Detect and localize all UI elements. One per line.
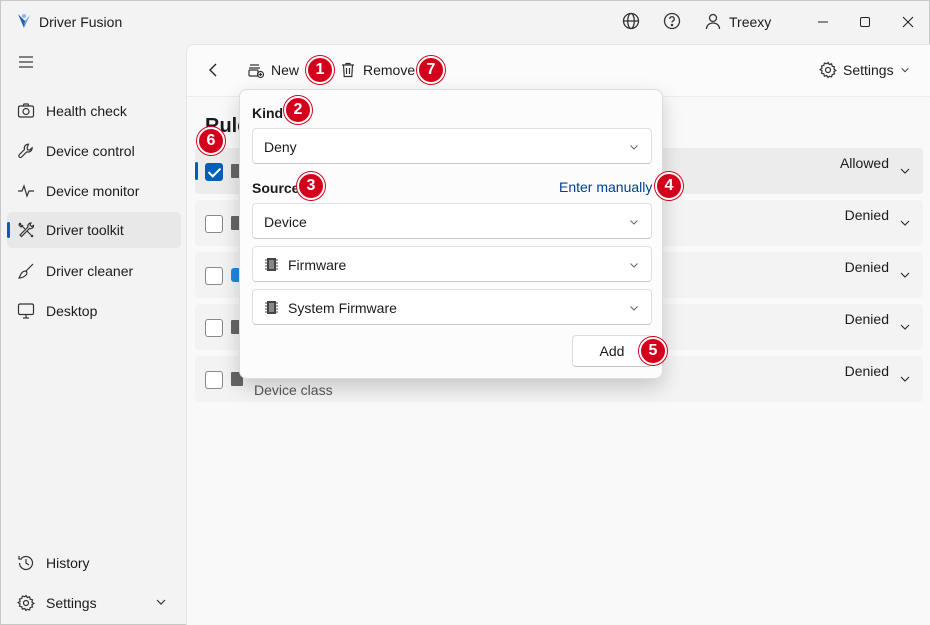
source-dropdown[interactable]: Device [252,203,652,239]
callout-badge-1: 1 [306,56,334,84]
kind-value: Deny [264,139,297,155]
sidebar-item-label: Driver cleaner [46,263,134,279]
remove-button[interactable]: Remove [339,61,415,79]
chevron-down-icon[interactable] [899,373,911,385]
sidebar-item-label: Driver toolkit [46,222,124,238]
source-label: Source [252,180,300,196]
chevron-down-icon [630,145,638,150]
callout-badge-2: 2 [284,96,312,124]
sidebar-item-health-check[interactable]: Health check [7,93,181,129]
app-title: Driver Fusion [39,14,123,30]
enter-manually-link[interactable]: Enter manually [559,179,652,195]
chevron-down-icon[interactable] [899,269,911,281]
chevron-down-icon [900,67,909,73]
maximize-icon[interactable] [850,9,880,35]
sidebar-item-label: Desktop [46,303,98,319]
device-name-value: System Firmware [288,300,397,316]
sidebar-item-label: Settings [46,595,97,611]
kind-dropdown[interactable]: Deny [252,128,652,164]
chevron-left-icon [209,63,217,77]
device-type-value: Firmware [288,257,347,273]
row-checkbox[interactable] [205,371,223,389]
new-button[interactable]: New [247,61,299,79]
callout-badge-5: 5 [639,337,667,365]
sidebar-item-label: Device monitor [46,183,140,199]
camera-icon [17,103,35,118]
chevron-down-icon [630,263,638,268]
sidebar-item-label: Device control [46,143,135,159]
user-name[interactable]: Treexy [729,14,771,30]
chevron-down-icon [630,306,638,311]
tools-icon [18,222,35,238]
chevron-down-icon[interactable] [899,165,911,177]
wrench-icon [18,143,33,159]
sidebar-item-label: Health check [46,103,127,119]
row-checkbox[interactable] [205,215,223,233]
source-value: Device [264,214,307,230]
settings-button[interactable]: Settings [819,61,910,79]
callout-badge-3: 3 [297,172,325,200]
globe-icon[interactable] [621,11,641,31]
rule-status: Allowed [839,155,889,171]
callout-badge-7: 7 [417,56,445,84]
chevron-down-icon[interactable] [899,321,911,333]
rule-status: Denied [844,311,889,327]
rule-type: Device class [254,382,333,398]
new-rule-icon [248,64,265,79]
pulse-icon [18,184,34,198]
history-icon [18,555,34,571]
new-button-label: New [271,62,300,78]
sidebar-item-settings[interactable]: Settings [7,585,181,621]
rule-status: Denied [844,207,889,223]
monitor-icon [17,303,35,319]
rule-status: Denied [844,363,889,379]
broom-icon [18,263,34,279]
trash-icon [342,62,354,78]
user-icon[interactable] [703,11,723,31]
row-checkbox[interactable] [205,319,223,337]
callout-badge-6: 6 [197,127,225,155]
remove-button-label: Remove [363,62,416,78]
new-rule-flyout: Kind Deny Source Enter manually Device F… [239,89,663,379]
close-icon[interactable] [893,9,923,35]
gear-icon [17,594,35,612]
firmware-chip-icon [265,301,278,314]
help-icon[interactable] [662,11,682,31]
sidebar-item-label: History [46,555,90,571]
sidebar-item-device-monitor[interactable]: Device monitor [7,173,181,209]
sidebar-item-driver-toolkit[interactable]: Driver toolkit [7,212,181,248]
rule-status: Denied [844,259,889,275]
row-checkbox[interactable] [205,267,223,285]
chevron-down-icon [630,220,638,225]
gear-icon [819,61,837,79]
device-type-dropdown[interactable]: Firmware [252,246,652,282]
title-bar: Driver Fusion Treexy [1,1,929,43]
sidebar-item-device-control[interactable]: Device control [7,133,181,169]
menu-icon[interactable] [17,53,37,71]
kind-label: Kind [252,105,284,121]
back-button[interactable] [205,61,223,79]
settings-button-label: Settings [843,62,894,78]
sidebar-item-desktop[interactable]: Desktop [7,293,181,329]
firmware-chip-icon [265,258,278,271]
chevron-down-icon [156,599,166,605]
chevron-down-icon[interactable] [899,217,911,229]
sidebar-item-driver-cleaner[interactable]: Driver cleaner [7,253,181,289]
app-window: Driver Fusion Treexy Health check Device… [0,0,930,625]
row-checkbox[interactable] [205,163,223,181]
device-name-dropdown[interactable]: System Firmware [252,289,652,325]
sidebar-item-history[interactable]: History [7,545,181,581]
app-logo-icon [18,14,30,28]
callout-badge-4: 4 [655,172,683,200]
minimize-icon[interactable] [808,9,838,35]
